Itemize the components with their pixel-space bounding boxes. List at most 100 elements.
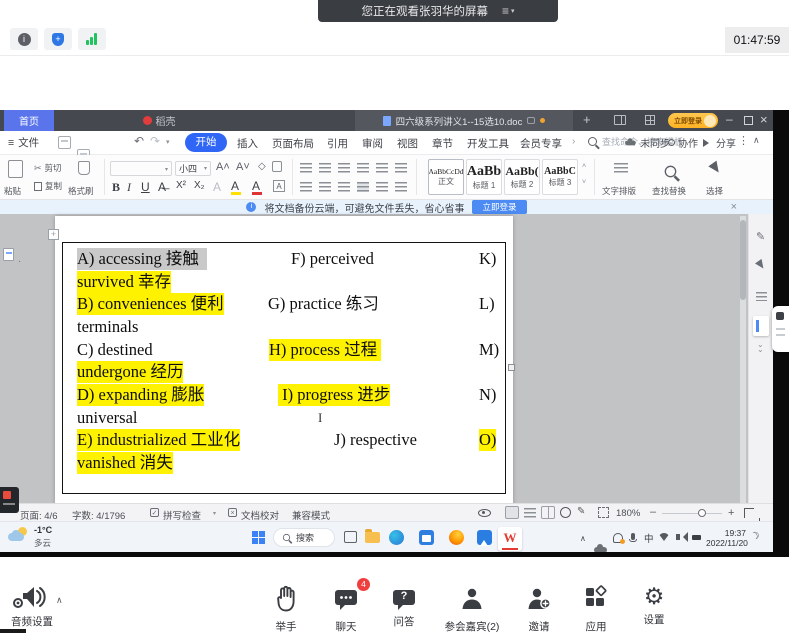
find-replace-label[interactable]: 查找替换 (652, 185, 686, 197)
bullet-list-icon[interactable] (300, 163, 312, 173)
battery-icon[interactable] (692, 535, 701, 540)
align-center-icon[interactable] (319, 182, 331, 192)
save-icon[interactable] (58, 136, 71, 149)
floating-widget[interactable] (0, 487, 19, 513)
style-heading2[interactable]: AaBb( 标题 2 (504, 159, 540, 195)
view-page-icon[interactable] (505, 506, 519, 519)
select-label[interactable]: 选择 (706, 185, 723, 197)
comment-mark-icon[interactable] (3, 248, 14, 261)
view-twopage-icon[interactable] (541, 506, 555, 519)
ribbon-tab-devtools[interactable]: 开发工具 (467, 136, 509, 151)
speaker-icon[interactable] (676, 534, 680, 540)
apps-button[interactable]: 应用 (564, 584, 628, 633)
zoom-slider-track[interactable] (662, 513, 722, 514)
microphone-icon[interactable] (631, 533, 635, 540)
wps-tab-docer[interactable]: 稻壳 (128, 110, 190, 131)
proofread-label[interactable]: 文档校对 (241, 508, 279, 522)
weather-widget-icon[interactable] (8, 527, 30, 547)
view-ink-icon[interactable]: ✎ (577, 506, 585, 517)
collaborate-button[interactable]: 协作 (668, 135, 698, 150)
view-web-icon[interactable] (560, 507, 571, 518)
audio-expand-icon[interactable]: ∧ (56, 595, 63, 606)
ribbon-tab-layout[interactable]: 页面布局 (272, 136, 314, 151)
spellcheck-label[interactable]: 拼写检查 (163, 508, 201, 522)
zoom-slider-knob[interactable] (698, 509, 706, 517)
grow-font-icon[interactable]: A˄ (216, 161, 230, 173)
meeting-info-button[interactable]: i (10, 28, 38, 50)
strike-button[interactable]: A̶ (158, 180, 166, 194)
ribbon-tab-references[interactable]: 引用 (327, 136, 348, 151)
network-quality-button[interactable] (78, 28, 106, 50)
style-heading1[interactable]: AaBb 标题 1 (466, 159, 502, 195)
bold-button[interactable]: B (112, 180, 120, 195)
underline-button[interactable]: U (141, 180, 150, 194)
new-tab-button[interactable]: + (583, 112, 591, 127)
wps-doc-tab[interactable]: 四六级系列讲义1--15选10.doc (355, 110, 573, 131)
meeting-security-button[interactable]: + (44, 28, 72, 50)
sync-status[interactable]: 未同步 (624, 135, 670, 150)
align-left-icon[interactable] (300, 182, 312, 192)
more-menu-icon[interactable]: ⋮ (738, 134, 749, 147)
eye-protect-icon[interactable] (478, 509, 491, 517)
fit-page-icon[interactable] (598, 507, 609, 518)
text-layout-icon[interactable] (614, 163, 628, 175)
wifi-icon[interactable] (658, 533, 670, 547)
doc-scrollbar[interactable] (740, 216, 746, 503)
table-move-handle[interactable]: + (48, 229, 59, 240)
text-layout-label[interactable]: 文字排版 (602, 185, 636, 197)
ribbon-tab-start[interactable]: 开始 (185, 133, 227, 152)
vocab-table[interactable]: A) accessing 接触 F) perceivedK) survived … (62, 242, 506, 494)
undo-icon[interactable]: ↶ (134, 134, 144, 148)
table-resize-handle[interactable] (508, 364, 515, 371)
font-color-button[interactable]: A (252, 179, 260, 193)
spellcheck-caret[interactable]: ▾ (213, 510, 216, 517)
char-shading-button[interactable]: A (213, 180, 221, 194)
invite-button[interactable]: 邀请 (507, 584, 571, 633)
format-painter-label[interactable]: 格式刷 (68, 185, 94, 197)
find-replace-icon[interactable] (665, 166, 677, 178)
wps-login-button[interactable]: 立即登录 (668, 113, 718, 128)
paste-icon[interactable] (8, 160, 23, 178)
multilevel-list-icon[interactable] (338, 163, 350, 173)
wps-tab-home[interactable]: 首页 (4, 110, 54, 131)
line-spacing-icon[interactable] (376, 182, 388, 192)
highlight-color-button[interactable]: A (231, 179, 239, 193)
select-tool-icon[interactable] (755, 259, 769, 274)
clear-format-icon[interactable]: ◇ (258, 161, 266, 172)
raise-hand-button[interactable]: 举手 (254, 584, 318, 633)
ribbon-tab-insert[interactable]: 插入 (237, 136, 258, 151)
superscript-button[interactable]: X² (176, 180, 186, 191)
style-normal[interactable]: AaBbCcDd 正文 (428, 159, 464, 195)
active-tool-tile[interactable] (753, 316, 769, 336)
ms-store-icon[interactable] (419, 530, 434, 545)
styles-up-icon[interactable]: ˄ (582, 163, 586, 170)
proofread-icon[interactable]: × (228, 508, 237, 517)
italic-button[interactable]: I (127, 180, 131, 195)
taskbar-search[interactable]: 搜索 (273, 528, 335, 547)
banner-close-icon[interactable]: × (731, 201, 737, 213)
styles-down-icon[interactable]: ˅ (582, 179, 586, 186)
wps-close-button[interactable]: × (760, 112, 768, 127)
firefox-icon[interactable] (449, 530, 464, 545)
attendees-button[interactable]: 参会嘉宾(2) (437, 584, 507, 633)
ribbon-tab-member[interactable]: 会员专享 (520, 136, 562, 151)
decrease-indent-icon[interactable] (357, 163, 369, 173)
justify-icon[interactable] (357, 182, 369, 192)
paste-label[interactable]: 粘贴 (4, 185, 21, 197)
qa-button[interactable]: ? 问答 (372, 584, 436, 629)
start-button[interactable] (252, 531, 265, 544)
ribbon-tab-view[interactable]: 视图 (397, 136, 418, 151)
shading-icon[interactable] (395, 182, 407, 192)
split-view-icon[interactable] (614, 115, 626, 125)
audio-settings-button[interactable] (10, 585, 54, 613)
view-outline-icon[interactable] (524, 508, 536, 518)
zoom-out-icon[interactable]: – (650, 506, 656, 518)
audio-settings-label[interactable]: 音频设置 (0, 614, 64, 629)
number-list-icon[interactable] (319, 163, 331, 173)
file-explorer-icon[interactable] (365, 532, 380, 543)
layout-grid-icon[interactable] (645, 115, 655, 125)
weather-desc[interactable]: 多云 (34, 537, 51, 549)
format-painter-icon[interactable] (78, 161, 90, 175)
select-cursor-icon[interactable] (708, 161, 725, 180)
chat-button[interactable]: 4 聊天 (314, 584, 378, 633)
